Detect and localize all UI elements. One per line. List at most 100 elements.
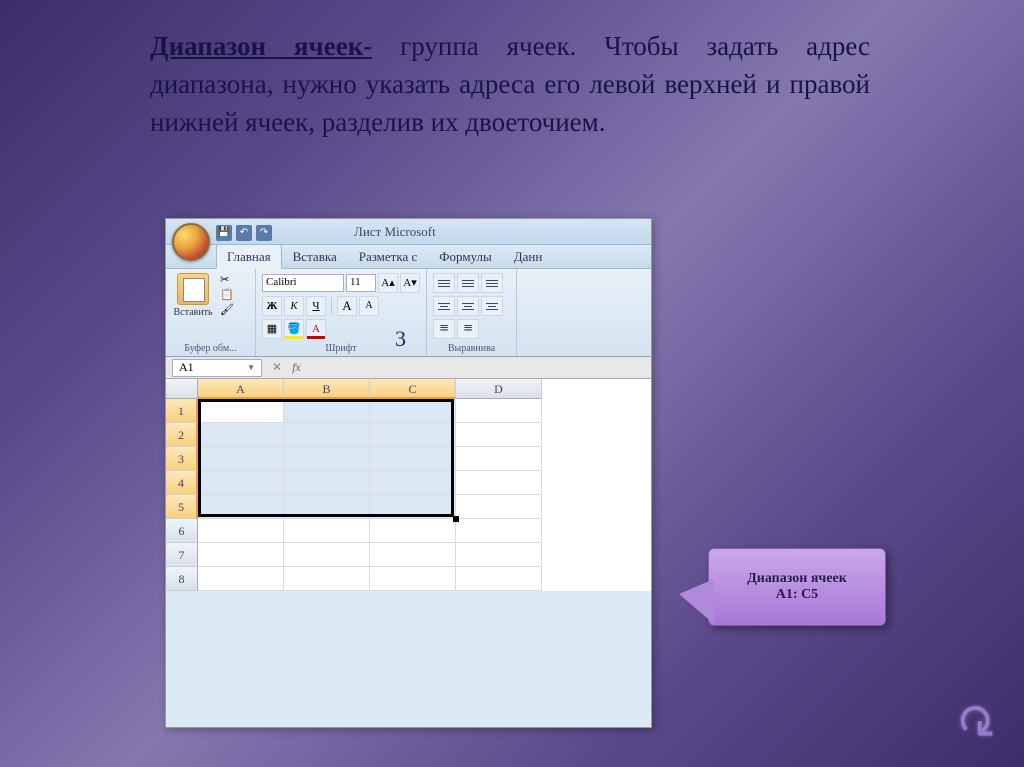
cell[interactable] <box>370 423 456 447</box>
cell[interactable] <box>456 423 542 447</box>
redo-icon[interactable]: ↷ <box>256 225 272 241</box>
cell[interactable] <box>370 399 456 423</box>
select-all-corner[interactable] <box>166 379 198 399</box>
ribbon-tabs: Главная Вставка Разметка с Формулы Данн <box>166 245 651 269</box>
fx-label[interactable]: fx <box>292 360 301 375</box>
save-icon[interactable]: 💾 <box>216 225 232 241</box>
cell[interactable] <box>198 447 284 471</box>
increase-indent-icon[interactable]: ≡ <box>457 319 479 339</box>
office-button[interactable] <box>172 223 210 261</box>
cell[interactable] <box>284 495 370 519</box>
align-bottom-icon[interactable] <box>481 273 503 293</box>
align-top-icon[interactable] <box>433 273 455 293</box>
callout-line1: Диапазон ячеек <box>747 571 847 587</box>
name-box[interactable]: A1 ▼ <box>172 359 262 377</box>
font-name-combo[interactable]: Calibri <box>262 274 344 292</box>
range-callout: Диапазон ячеек А1: С5 <box>708 548 886 626</box>
format-painter-icon[interactable]: 🖌 <box>220 303 234 316</box>
row-header[interactable]: 1 <box>166 399 198 423</box>
paste-button[interactable]: Вставить <box>172 273 214 318</box>
cell[interactable] <box>370 519 456 543</box>
col-header-d[interactable]: D <box>456 379 542 399</box>
row-header[interactable]: 7 <box>166 543 198 567</box>
row-header[interactable]: 6 <box>166 519 198 543</box>
col-header-c[interactable]: C <box>370 379 456 399</box>
cell[interactable] <box>198 543 284 567</box>
tab-home[interactable]: Главная <box>216 244 282 269</box>
cell[interactable] <box>284 567 370 591</box>
term: Диапазон ячеек- <box>150 31 372 61</box>
shrink-font-icon[interactable]: A▾ <box>400 273 420 293</box>
column-headers: A B C D <box>166 379 651 399</box>
underline-button[interactable]: Ч <box>306 296 326 316</box>
tab-formulas[interactable]: Формулы <box>428 244 502 268</box>
cell[interactable] <box>198 399 284 423</box>
align-center-icon[interactable] <box>457 296 479 316</box>
row-header[interactable]: 2 <box>166 423 198 447</box>
cancel-icon[interactable]: ✕ <box>272 360 282 375</box>
decrease-indent-icon[interactable]: ≡ <box>433 319 455 339</box>
cell[interactable] <box>456 447 542 471</box>
cell[interactable] <box>198 423 284 447</box>
cell[interactable] <box>456 399 542 423</box>
cell[interactable] <box>284 543 370 567</box>
cell[interactable] <box>370 447 456 471</box>
col-header-a[interactable]: A <box>198 379 284 399</box>
formula-bar: A1 ▼ ✕ fx <box>166 357 651 379</box>
cell[interactable] <box>370 471 456 495</box>
selection-handle[interactable] <box>453 516 459 522</box>
cell[interactable] <box>370 543 456 567</box>
bold-button[interactable]: Ж <box>262 296 282 316</box>
row-header[interactable]: 4 <box>166 471 198 495</box>
tab-insert[interactable]: Вставка <box>282 244 348 268</box>
clipboard-group: Вставить ✂ 📋 🖌 Буфер обм... <box>166 269 256 356</box>
align-right-icon[interactable] <box>481 296 503 316</box>
align-middle-icon[interactable] <box>457 273 479 293</box>
grow-font-icon[interactable]: A▴ <box>378 273 398 293</box>
grid-row: 5 <box>166 495 651 519</box>
undo-icon[interactable]: ↶ <box>236 225 252 241</box>
tab-layout[interactable]: Разметка с <box>348 244 429 268</box>
grow-font-button[interactable]: А <box>337 296 357 316</box>
font-color-button[interactable]: A <box>306 319 326 339</box>
shrink-font-button[interactable]: А <box>359 296 379 316</box>
cell[interactable] <box>456 495 542 519</box>
cell[interactable] <box>456 519 542 543</box>
cell[interactable] <box>370 495 456 519</box>
italic-button[interactable]: К <box>284 296 304 316</box>
col-header-b[interactable]: B <box>284 379 370 399</box>
paste-label: Вставить <box>173 307 212 318</box>
cell[interactable] <box>456 543 542 567</box>
cell[interactable] <box>198 567 284 591</box>
tab-data[interactable]: Данн <box>503 244 554 268</box>
cell[interactable] <box>284 399 370 423</box>
cell[interactable] <box>284 519 370 543</box>
cell[interactable] <box>284 423 370 447</box>
fill-color-button[interactable]: 🪣 <box>284 319 304 339</box>
grid-row: 8 <box>166 567 651 591</box>
alignment-group: ≡ ≡ Выравнива <box>427 269 517 356</box>
back-arrow-button[interactable]: ↻ <box>942 693 996 747</box>
grid-row: 2 <box>166 423 651 447</box>
cell[interactable] <box>284 447 370 471</box>
cut-icon[interactable]: ✂ <box>220 273 234 286</box>
cell[interactable] <box>456 471 542 495</box>
grid-row: 1 <box>166 399 651 423</box>
cell[interactable] <box>456 567 542 591</box>
font-size-combo[interactable]: 11 <box>346 274 376 292</box>
border-button[interactable]: ▦ <box>262 319 282 339</box>
copy-icon[interactable]: 📋 <box>220 288 234 301</box>
row-header[interactable]: 8 <box>166 567 198 591</box>
spreadsheet-grid[interactable]: A B C D 12345678 <box>166 379 651 591</box>
cell[interactable] <box>198 495 284 519</box>
row-header[interactable]: 5 <box>166 495 198 519</box>
definition-text: Диапазон ячеек- группа ячеек. Чтобы зада… <box>150 28 870 141</box>
cell[interactable] <box>198 519 284 543</box>
cell[interactable] <box>284 471 370 495</box>
row-header[interactable]: 3 <box>166 447 198 471</box>
cell[interactable] <box>198 471 284 495</box>
grid-row: 3 <box>166 447 651 471</box>
overlay-number: 3 <box>395 326 406 352</box>
cell[interactable] <box>370 567 456 591</box>
align-left-icon[interactable] <box>433 296 455 316</box>
